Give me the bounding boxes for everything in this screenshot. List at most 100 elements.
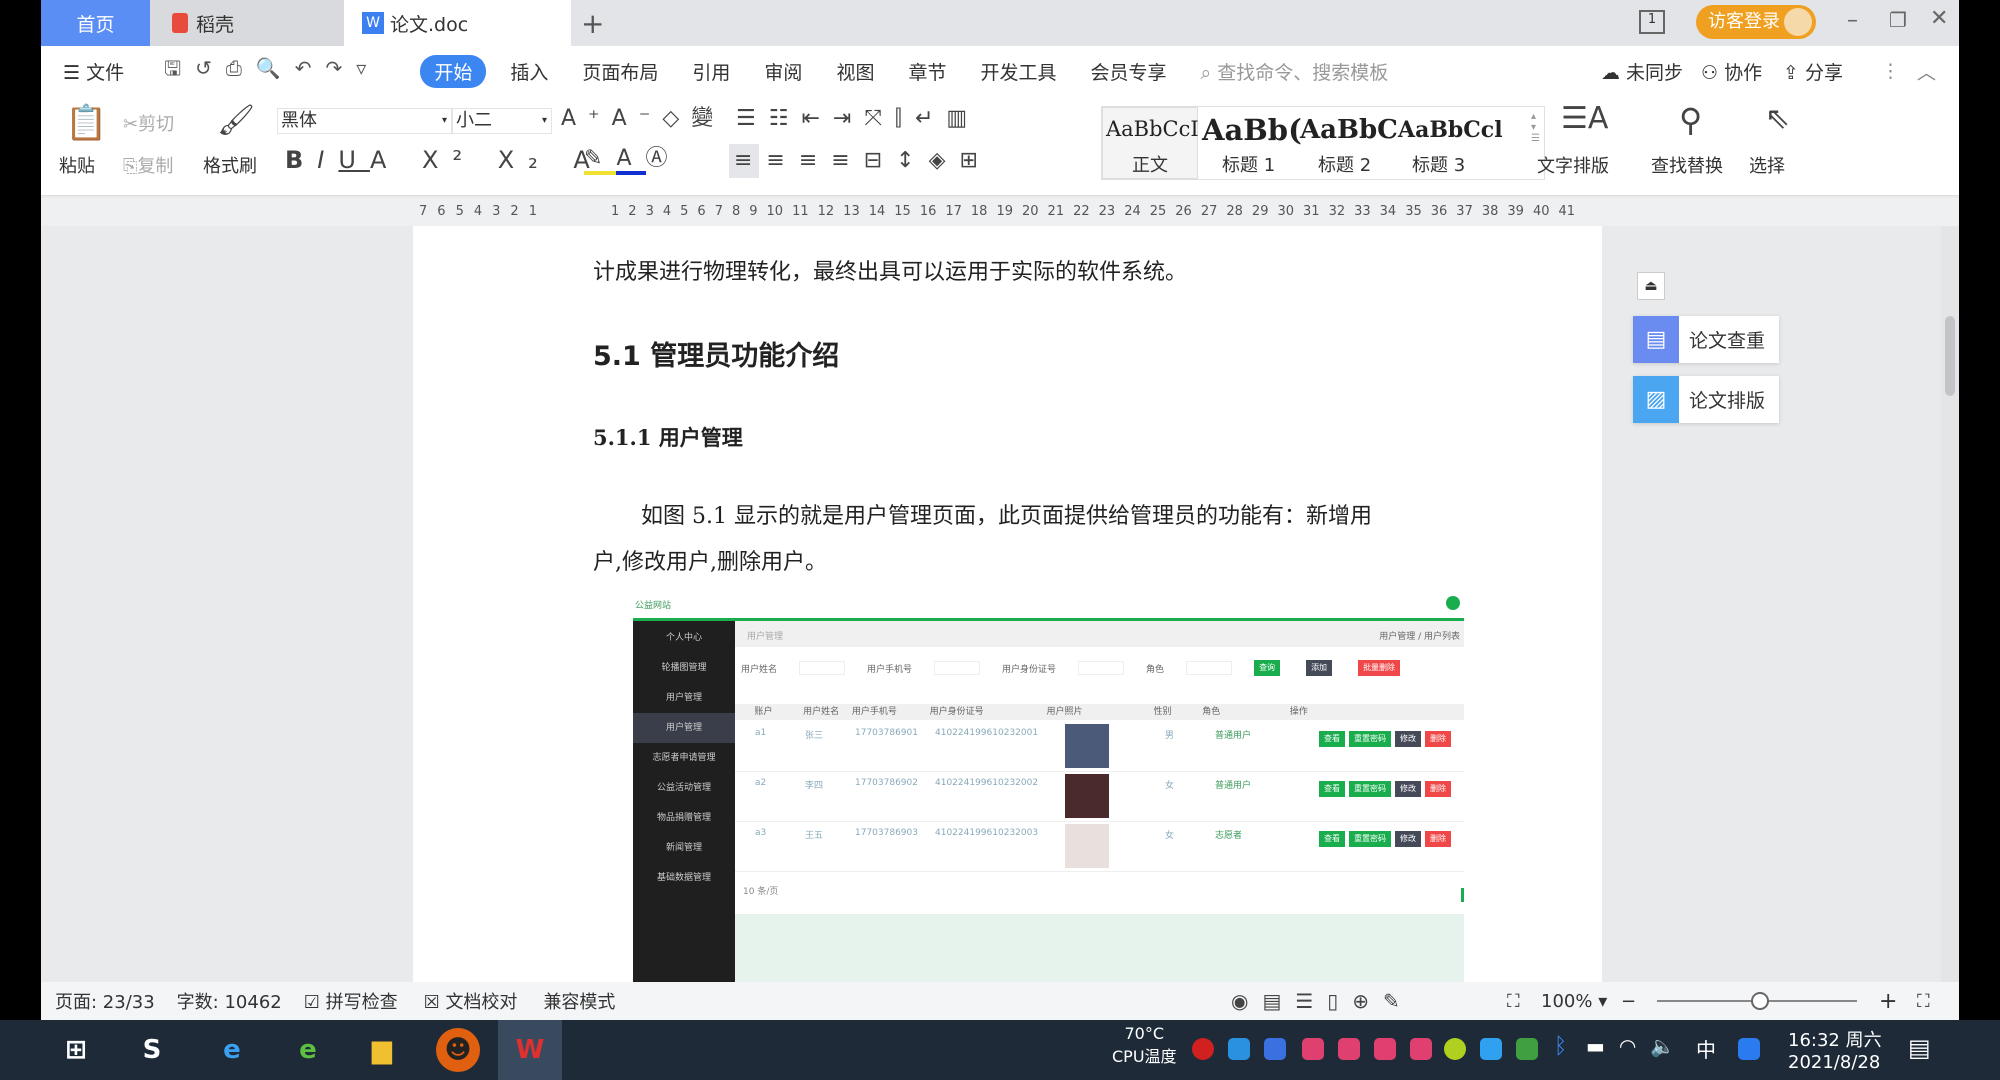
- tray-icon[interactable]: [1302, 1038, 1324, 1060]
- text-layout-button[interactable]: 文字排版: [1537, 152, 1609, 178]
- word-count[interactable]: 字数: 10462: [177, 988, 282, 1014]
- start-icon[interactable]: ⊞: [54, 1028, 98, 1072]
- tray-icon[interactable]: [1410, 1038, 1432, 1060]
- app-s-icon[interactable]: S: [130, 1028, 174, 1072]
- fullscreen-icon[interactable]: ⛶: [1917, 991, 1930, 1012]
- find-icon[interactable]: ⚲: [1679, 104, 1702, 136]
- menu-tab-review[interactable]: 审阅: [764, 58, 802, 85]
- find-replace-button[interactable]: 查找替换: [1651, 152, 1723, 178]
- document-page[interactable]: 计成果进行物理转化，最终出具可以运用于实际的软件系统。 5.1 管理员功能介绍 …: [413, 226, 1602, 982]
- vertical-scrollbar[interactable]: [1941, 226, 1959, 982]
- sync-button[interactable]: ☁ 未同步: [1601, 58, 1683, 85]
- menu-tab-home[interactable]: 开始: [420, 54, 487, 88]
- paper-check-button[interactable]: ▤ 论文查重: [1633, 316, 1779, 363]
- wps-taskbar-icon[interactable]: W: [498, 1020, 562, 1080]
- text-format-icons[interactable]: BIUA X² X₂ A: [285, 148, 604, 172]
- share-button[interactable]: ⇪ 分享: [1783, 58, 1843, 85]
- spell-check-button[interactable]: ☑ 拼写检查: [304, 988, 398, 1014]
- menu-tab-layout[interactable]: 页面布局: [582, 58, 658, 85]
- format-painter-button[interactable]: 格式刷: [203, 152, 257, 178]
- figure-cell: 王五: [805, 831, 824, 841]
- tray-icon[interactable]: [1338, 1038, 1360, 1060]
- menu-tab-developer[interactable]: 开发工具: [980, 58, 1056, 85]
- zoom-out-icon[interactable]: −: [1621, 991, 1636, 1012]
- file-explorer-icon[interactable]: ▆: [360, 1028, 404, 1072]
- zoom-slider-thumb[interactable]: [1751, 992, 1769, 1010]
- style-heading2[interactable]: AaBbC: [1300, 115, 1398, 145]
- window-count-icon[interactable]: 1: [1639, 10, 1665, 34]
- view-mode-icons[interactable]: ◉▤☰▯⊕✎: [1231, 989, 1414, 1013]
- style-scroll-icon[interactable]: ▴ ▾ ☰: [1531, 111, 1540, 144]
- system-tray-icons[interactable]: ▬◠🔈: [1586, 1034, 1689, 1058]
- format-painter-icon[interactable]: 🖌: [217, 106, 255, 136]
- horizontal-ruler[interactable]: 7654321 1 2 3 4 5 6 7 8 9 10 11 12 13 14 15 16 17 18 19 20 2…: [41, 198, 1959, 226]
- font-family-select[interactable]: 黑体 ▾: [277, 108, 452, 134]
- tray-icon[interactable]: [1480, 1038, 1502, 1060]
- page-count[interactable]: 页面: 23/33: [55, 988, 155, 1014]
- figure-cell: 17703786901: [855, 728, 918, 738]
- tray-icon[interactable]: [1444, 1038, 1466, 1060]
- tray-icon[interactable]: [1228, 1038, 1250, 1060]
- app-icon[interactable]: ☻: [436, 1028, 480, 1072]
- select-button[interactable]: 选择: [1749, 152, 1785, 178]
- notification-icon[interactable]: ▤: [1908, 1034, 1931, 1062]
- browser-icon[interactable]: e: [286, 1028, 330, 1072]
- qq-icon[interactable]: [1738, 1038, 1760, 1060]
- paper-layout-button[interactable]: ▨ 论文排版: [1633, 376, 1779, 423]
- collapse-ribbon-icon[interactable]: ︿: [1917, 58, 1936, 85]
- style-heading1[interactable]: AaBb(: [1202, 113, 1302, 147]
- figure-user-photo: [1055, 774, 1165, 822]
- ruler-number: 8: [731, 204, 741, 219]
- fit-page-icon[interactable]: ⛶: [1507, 991, 1520, 1012]
- ime-indicator[interactable]: 中: [1696, 1034, 1716, 1063]
- text-layout-icon[interactable]: ☰A: [1561, 104, 1608, 134]
- menu-bar: ☰ 文件 🖫↺⎙🔍↶↷▿ 开始 插入 页面布局 引用 审阅 视图 章节 开发工具…: [41, 46, 1959, 96]
- tray-icon[interactable]: [1192, 1038, 1214, 1060]
- cursor-icon[interactable]: ⇖: [1765, 104, 1790, 134]
- more-icon[interactable]: ⋮: [1881, 60, 1900, 82]
- close-icon[interactable]: ✕: [1930, 6, 1948, 31]
- proofread-button[interactable]: ☒ 文档校对: [424, 988, 518, 1014]
- tab-home[interactable]: 首页: [41, 0, 150, 46]
- menu-tab-chapter[interactable]: 章节: [908, 58, 946, 85]
- guest-login-button[interactable]: 访客登录: [1696, 5, 1816, 39]
- tab-document[interactable]: W 论文.doc: [344, 0, 571, 46]
- paragraph-tools-icons[interactable]: ☰☷⇤⇥⤧⫿↵▥: [736, 108, 980, 130]
- bluetooth-icon[interactable]: ᛒ: [1554, 1034, 1567, 1059]
- menu-tab-references[interactable]: 引用: [692, 58, 730, 85]
- figure-cell: 女: [1165, 831, 1175, 841]
- zoom-select[interactable]: 100% ▾: [1541, 991, 1607, 1012]
- zoom-in-icon[interactable]: +: [1879, 989, 1897, 1014]
- copy-button[interactable]: ⎘复制: [123, 152, 173, 178]
- quick-access-toolbar[interactable]: 🖫↺⎙🔍↶↷▿: [164, 54, 380, 88]
- alignment-icons[interactable]: ≡≡≡≡⊟↕◈⊞: [734, 150, 992, 172]
- tray-icon[interactable]: [1264, 1038, 1286, 1060]
- new-tab-button[interactable]: +: [581, 0, 604, 46]
- collab-button[interactable]: ⚇ 协作: [1701, 58, 1762, 85]
- scrollbar-thumb[interactable]: [1945, 316, 1955, 396]
- zoom-slider[interactable]: [1657, 992, 1857, 1010]
- menu-tab-view[interactable]: 视图: [836, 58, 874, 85]
- back-to-top-icon[interactable]: ⏏: [1637, 272, 1665, 300]
- tray-icon[interactable]: [1374, 1038, 1396, 1060]
- font-size-select[interactable]: 小二 ▾: [452, 108, 552, 134]
- menu-tab-member[interactable]: 会员专享: [1090, 58, 1166, 85]
- ruler-number: 1: [528, 204, 537, 219]
- nvidia-icon[interactable]: [1516, 1038, 1538, 1060]
- style-heading3[interactable]: AaBbCcl: [1398, 117, 1503, 143]
- cut-button[interactable]: ✂剪切: [123, 110, 174, 136]
- file-menu[interactable]: ☰ 文件: [63, 58, 124, 85]
- ie-icon[interactable]: e: [210, 1028, 254, 1072]
- paste-button[interactable]: 粘贴: [59, 152, 95, 178]
- font-tools-icons[interactable]: A⁺A⁻◇變: [561, 108, 725, 130]
- tab-docer[interactable]: 稻壳: [150, 0, 344, 46]
- color-icons[interactable]: ✎AⒶ: [584, 146, 682, 175]
- paste-icon[interactable]: 📋: [65, 106, 107, 140]
- menu-tab-insert[interactable]: 插入: [510, 58, 548, 85]
- command-search[interactable]: ⌕ 查找命令、搜索模板: [1201, 58, 1389, 85]
- document-area[interactable]: 计成果进行物理转化，最终出具可以运用于实际的软件系统。 5.1 管理员功能介绍 …: [41, 226, 1959, 982]
- figure-row-button: 删除: [1425, 781, 1451, 797]
- restore-icon[interactable]: ❐: [1889, 8, 1907, 32]
- minimize-icon[interactable]: –: [1847, 8, 1858, 33]
- clock[interactable]: 16:32 周六 2021/8/28: [1788, 1026, 1882, 1073]
